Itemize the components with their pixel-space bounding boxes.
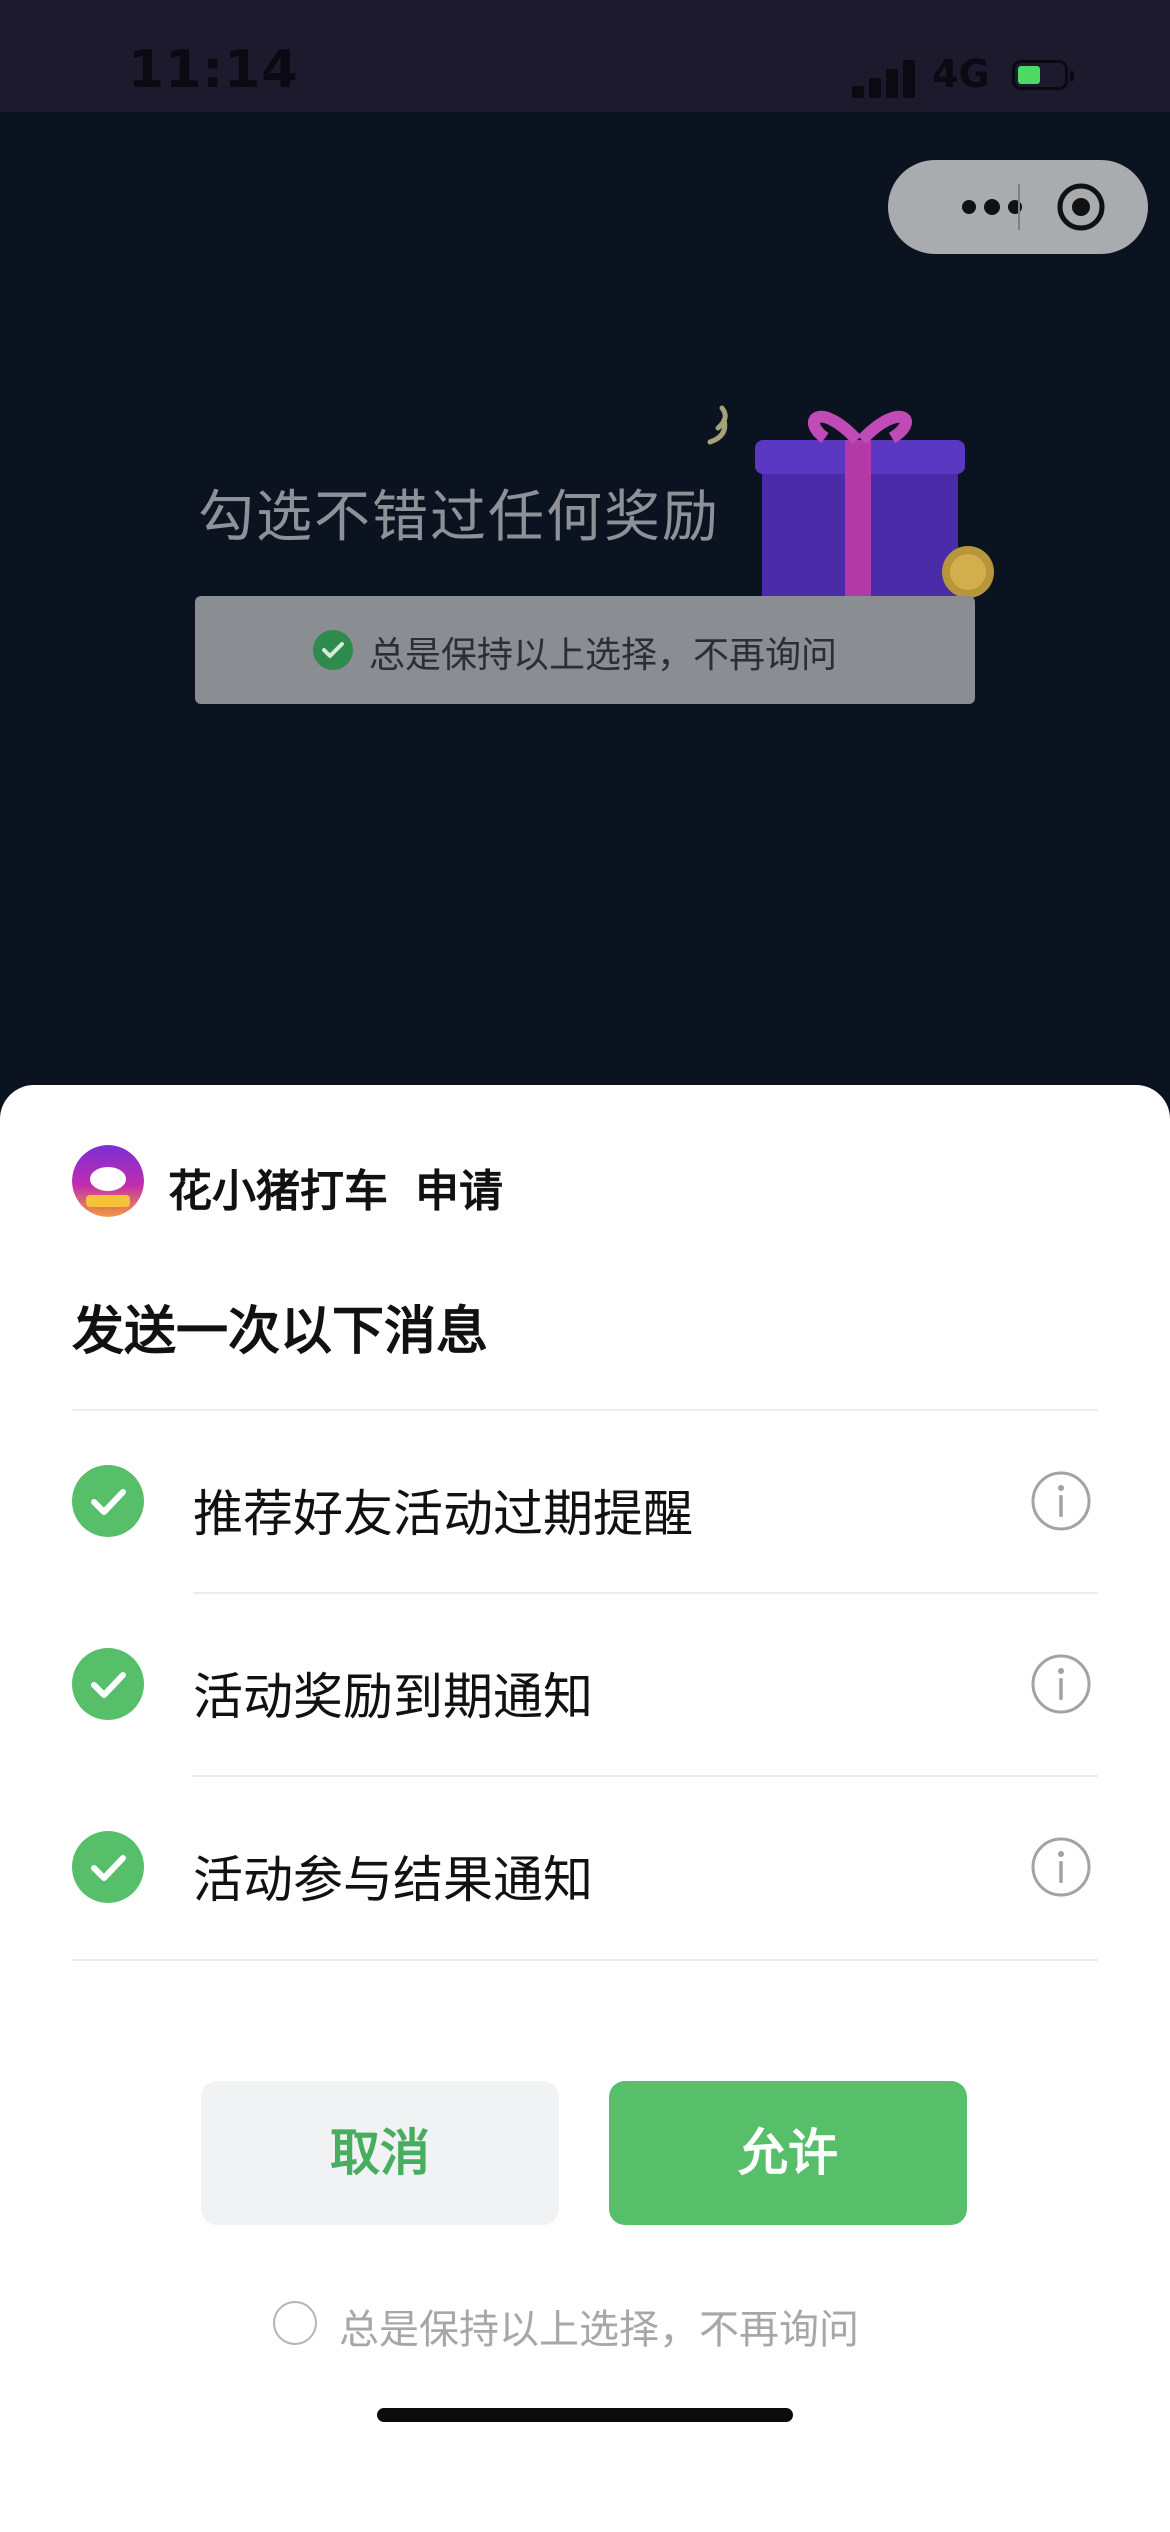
app-name: 花小猪打车 — [168, 1166, 388, 1217]
cancel-button[interactable]: 取消 — [201, 2081, 559, 2225]
message-item[interactable]: 活动参与结果通知 — [0, 1776, 1170, 1958]
request-label: 申请 — [415, 1166, 503, 1217]
always-keep-label: 总是保持以上选择，不再询问 — [339, 2307, 859, 2353]
message-item[interactable]: 推荐好友活动过期提醒 — [0, 1410, 1170, 1592]
check-icon[interactable] — [72, 1831, 144, 1903]
signal-icon — [852, 58, 916, 98]
allow-button[interactable]: 允许 — [609, 2081, 967, 2225]
status-bar: 11:14 4G — [0, 0, 1170, 112]
info-icon[interactable] — [1030, 1653, 1092, 1715]
divider — [72, 1959, 1098, 1961]
check-icon[interactable] — [72, 1465, 144, 1537]
message-item-label: 活动参与结果通知 — [193, 1851, 593, 1909]
capsule-menu — [888, 160, 1148, 254]
promo-option-text: 总是保持以上选择，不再询问 — [369, 635, 838, 676]
check-icon[interactable] — [72, 1648, 144, 1720]
info-icon[interactable] — [1030, 1470, 1092, 1532]
message-item[interactable]: 活动奖励到期通知 — [0, 1593, 1170, 1775]
battery-icon — [1012, 60, 1074, 90]
target-close-icon[interactable] — [1056, 182, 1106, 232]
message-item-label: 活动奖励到期通知 — [193, 1668, 593, 1726]
check-icon — [313, 630, 353, 670]
app-logo — [72, 1145, 144, 1217]
status-time: 11:14 — [128, 40, 299, 100]
promo-always-option: 总是保持以上选择，不再询问 — [195, 596, 975, 704]
promo-title: 勾选不错过任何奖励 — [198, 485, 720, 550]
radio-icon[interactable] — [273, 2301, 317, 2345]
capsule-divider — [1018, 184, 1020, 230]
home-indicator — [377, 2408, 793, 2422]
more-dots-icon[interactable] — [928, 160, 1058, 254]
network-type: 4G — [932, 52, 990, 96]
sheet-subtitle: 发送一次以下消息 — [72, 1302, 489, 1362]
message-item-label: 推荐好友活动过期提醒 — [193, 1485, 693, 1543]
gift-box-icon — [707, 405, 994, 610]
info-icon[interactable] — [1030, 1836, 1092, 1898]
subscribe-sheet: 花小猪打车 申请 发送一次以下消息 推荐好友活动过期提醒 活动奖励到期通知 活动… — [0, 1085, 1170, 2532]
